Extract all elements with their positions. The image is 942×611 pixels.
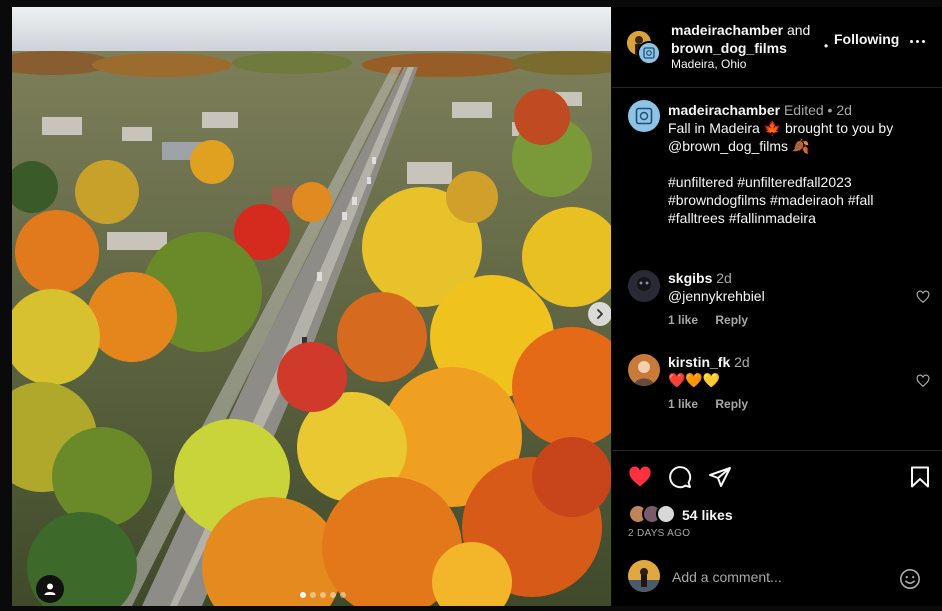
caption-time: 2d [836,102,852,118]
chevron-right-icon [597,309,603,319]
paper-plane-icon[interactable] [708,465,732,489]
carousel-dot [340,592,346,598]
post-location[interactable]: Madeira, Ohio [671,57,746,71]
reply-button[interactable]: Reply [715,313,748,327]
author-username[interactable]: madeirachamber [671,22,783,38]
heart-filled-icon[interactable] [628,465,652,489]
carousel-next-button[interactable] [588,302,611,326]
caption-text: Fall in Madeira 🍁 brought to you by [668,120,894,136]
collaborator-username[interactable]: brown_dog_films [671,40,787,56]
post-authors[interactable]: madeirachamber and brown_dog_films [671,21,810,57]
reply-button[interactable]: Reply [715,397,748,411]
post-timestamp[interactable]: 2 DAYS AGO [628,528,690,539]
post-actions: 54 likes 2 DAYS AGO [612,450,942,606]
heart-outline-icon[interactable] [916,290,930,304]
post-caption: madeirachamber Edited • 2d Fall in Madei… [668,101,930,227]
post-image[interactable] [12,7,611,606]
more-options-icon[interactable] [910,40,928,46]
likes-count[interactable]: 54 likes [682,507,733,523]
carousel-indicator [300,592,346,598]
comment-bubble-icon[interactable] [668,465,692,489]
post-side-panel: madeirachamber and brown_dog_films Madei… [612,7,942,606]
edited-label: Edited [783,102,824,118]
avatar[interactable] [628,100,660,132]
bookmark-icon[interactable] [908,465,932,489]
carousel-dot [320,592,326,598]
comment-username[interactable]: kirstin_fk [668,354,730,370]
carousel-dot [330,592,336,598]
user-tag-icon [44,583,56,595]
collab-avatars[interactable] [627,31,661,65]
aerial-autumn-photo [12,7,611,606]
tagged-users-button[interactable] [36,575,64,603]
avatar [656,504,676,524]
smiley-icon[interactable] [899,568,921,590]
caption-mention[interactable]: @brown_dog_films [668,138,788,154]
caption-emoji: 🍂 [791,138,810,154]
caption-hashtags[interactable]: #unfiltered #unfilteredfall2023 #browndo… [668,173,930,227]
collab-joiner: and [786,22,811,38]
avatar [637,41,661,65]
comment-username[interactable]: skgibs [668,270,712,286]
separator-dot: • [824,39,829,53]
post-header: madeirachamber and brown_dog_films Madei… [612,7,942,88]
carousel-dot [310,592,316,598]
liker-avatars[interactable] [628,504,680,524]
following-button[interactable]: Following [834,31,899,47]
carousel-dot-active [300,592,306,598]
avatar[interactable] [628,354,660,386]
heart-outline-icon[interactable] [916,374,930,388]
caption-username[interactable]: madeirachamber [668,102,780,118]
comment-likes[interactable]: 1 like [668,313,698,327]
separator-dot: • [827,102,833,118]
comment-text[interactable]: @jennykrehbiel [668,288,765,304]
comment-likes[interactable]: 1 like [668,397,698,411]
avatar [628,560,660,592]
comment-text: ❤️🧡💛 [668,372,721,388]
comment-time: 2d [716,270,732,286]
add-comment-input[interactable] [672,567,892,587]
avatar[interactable] [628,270,660,302]
comment-time: 2d [734,354,750,370]
